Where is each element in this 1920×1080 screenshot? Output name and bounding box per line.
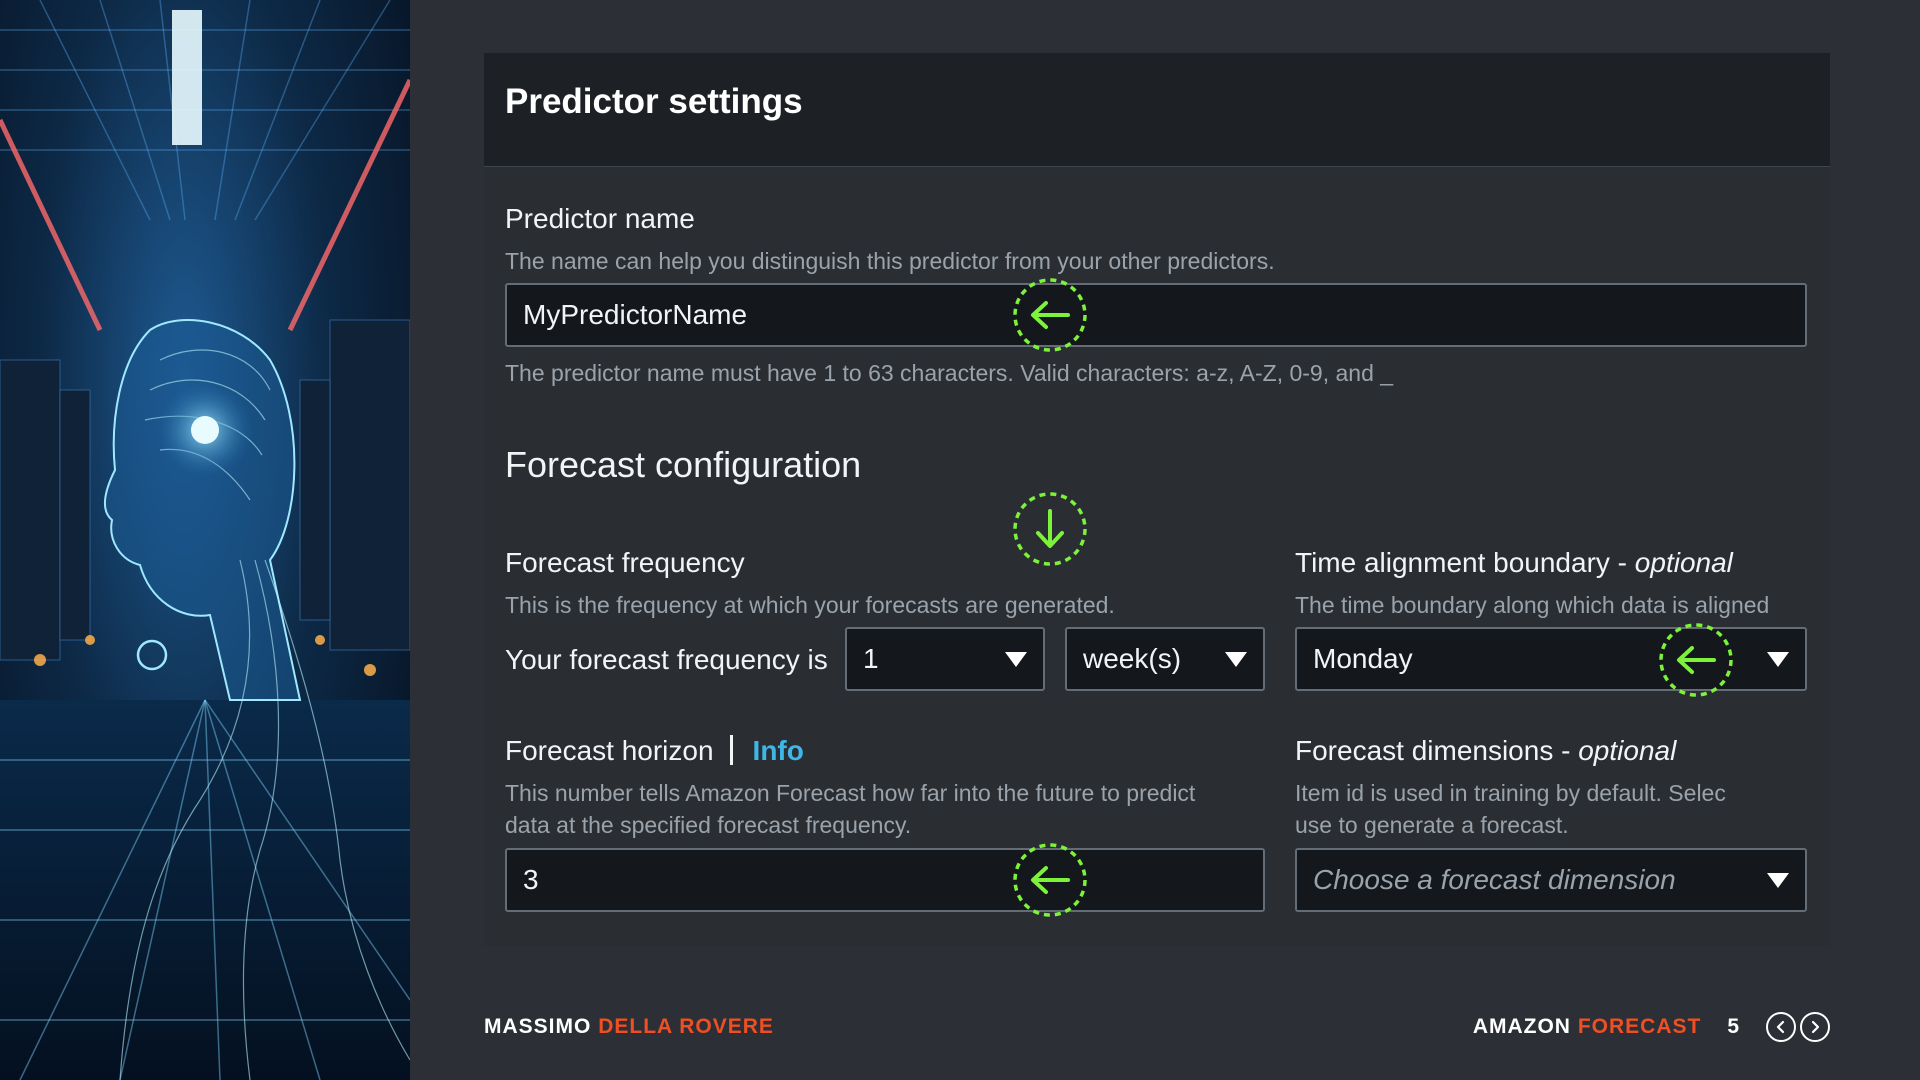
footer-author-last: DELLA ROVERE [598, 1015, 774, 1038]
forecast-frequency-label: Forecast frequency [505, 547, 745, 578]
dropdown-caret-icon [1005, 651, 1027, 667]
footer-nav: AMAZON FORECAST 5 [1473, 1012, 1830, 1042]
dropdown-caret-icon [1225, 651, 1247, 667]
predictor-name-input[interactable]: MyPredictorName [505, 283, 1807, 347]
dropdown-caret-icon [1767, 872, 1789, 888]
forecast-dimensions-description-line1: Item id is used in training by default. … [1295, 780, 1726, 806]
hero-illustration [0, 0, 410, 1080]
forecast-horizon-input[interactable]: 3 [505, 848, 1265, 912]
chevron-right-icon [1811, 1020, 1820, 1034]
predictor-settings-panel: Predictor settings Predictor name The na… [484, 53, 1830, 946]
predictor-name-value: MyPredictorName [523, 299, 748, 330]
hero-artwork [0, 0, 410, 1080]
frequency-count-value: 1 [863, 643, 879, 674]
arrow-left-marker-icon [1013, 843, 1087, 917]
panel-body: Predictor name The name can help you dis… [484, 167, 1830, 946]
footer-brand-last: FORECAST [1577, 1015, 1702, 1038]
arrow-down-marker-icon [1013, 492, 1087, 566]
forecast-horizon-description-line2: data at the specified forecast frequency… [505, 812, 912, 838]
time-alignment-description: The time boundary along which data is al… [1295, 592, 1770, 618]
time-alignment-label-text: Time alignment boundary [1295, 547, 1610, 578]
predictor-name-constraint: The predictor name must have 1 to 63 cha… [505, 360, 1394, 386]
arrow-left-marker-icon [1659, 623, 1733, 697]
forecast-frequency-description: This is the frequency at which your fore… [505, 592, 1115, 618]
page-number: 5 [1727, 1015, 1740, 1038]
next-slide-button[interactable] [1800, 1012, 1830, 1042]
forecast-dimensions-optional: optional [1578, 735, 1677, 766]
forecast-horizon-description-line1: This number tells Amazon Forecast how fa… [505, 780, 1196, 806]
dropdown-caret-icon [1767, 651, 1789, 667]
forecast-frequency-prefix: Your forecast frequency is [505, 644, 828, 675]
forecast-horizon-label: Forecast horizon Info [505, 735, 804, 767]
predictor-name-label: Predictor name [505, 203, 695, 234]
footer-author-first: MASSIMO [484, 1015, 592, 1038]
panel-title: Predictor settings [505, 82, 803, 121]
forecast-horizon-label-text: Forecast horizon [505, 735, 714, 766]
forecast-dimensions-label-text: Forecast dimensions [1295, 735, 1554, 766]
forecast-configuration-title: Forecast configuration [505, 444, 862, 485]
frequency-count-select[interactable]: 1 [845, 627, 1045, 691]
frequency-unit-value: week(s) [1083, 643, 1182, 674]
prev-slide-button[interactable] [1766, 1012, 1796, 1042]
forecast-horizon-info-link[interactable]: Info [753, 735, 804, 766]
forecast-dimensions-label: Forecast dimensions - optional [1295, 735, 1677, 766]
predictor-name-description: The name can help you distinguish this p… [505, 248, 1275, 274]
frequency-unit-select[interactable]: week(s) [1065, 627, 1265, 691]
info-separator [729, 735, 733, 765]
forecast-dimensions-description-line2: use to generate a forecast. [1295, 812, 1569, 838]
footer-brand-first: AMAZON [1472, 1015, 1571, 1038]
arrow-left-marker-icon [1013, 278, 1087, 352]
footer-author: MASSIMO DELLA ROVERE [484, 1015, 774, 1039]
time-alignment-optional: optional [1634, 547, 1733, 578]
time-alignment-label: Time alignment boundary - optional [1295, 547, 1733, 578]
forecast-dimension-select[interactable]: Choose a forecast dimension [1295, 848, 1807, 912]
forecast-dimension-placeholder: Choose a forecast dimension [1313, 864, 1676, 895]
chevron-left-icon [1776, 1020, 1785, 1034]
forecast-horizon-value: 3 [523, 864, 539, 895]
panel-header: Predictor settings [484, 53, 1830, 167]
